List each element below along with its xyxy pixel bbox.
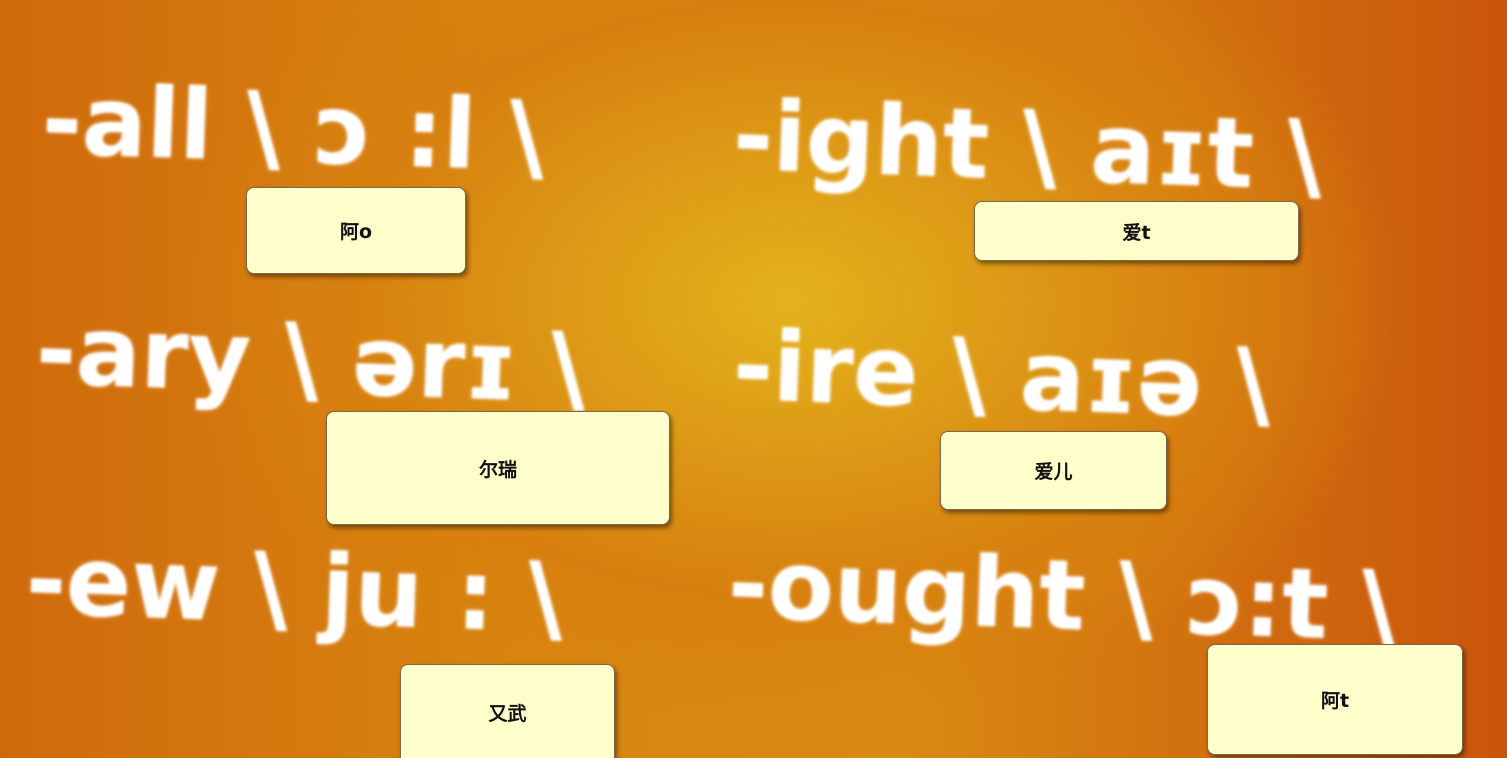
sticky-note-ait[interactable]: 爱t [974, 201, 1299, 261]
phonetic-ought: -ought \ ɔ:t \ [726, 528, 1399, 664]
phonetic-ire: -ire \ aɪə \ [731, 310, 1273, 441]
phonetic-ew: -ew \ ju : \ [24, 524, 566, 655]
sticky-note-at[interactable]: 阿t [1207, 644, 1463, 755]
phonetic-ight: -ight \ aɪt \ [731, 80, 1325, 213]
phonetic-ary: -ary \ ərɪ \ [34, 294, 588, 426]
phonetic-all: -all \ ɔ :l \ [40, 64, 547, 194]
sticky-note-youwu[interactable]: 又武 [400, 664, 615, 758]
sticky-note-errui[interactable]: 尔瑞 [326, 411, 670, 525]
sticky-note-ao[interactable]: 阿o [246, 187, 466, 274]
sticky-note-aier[interactable]: 爱儿 [940, 431, 1167, 510]
